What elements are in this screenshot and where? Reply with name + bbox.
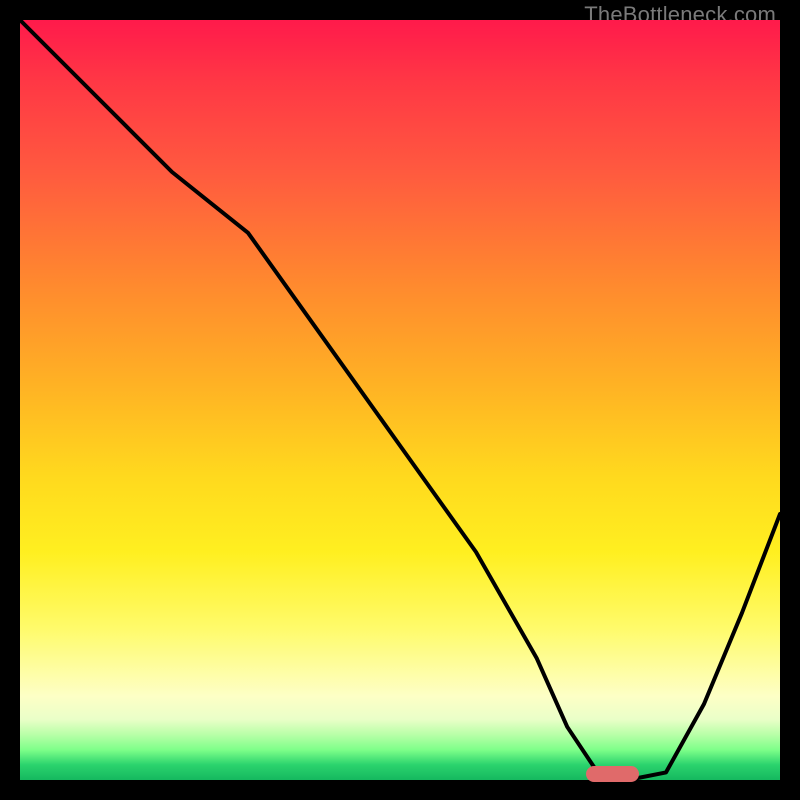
chart-svg (20, 20, 780, 780)
bottleneck-curve-line (20, 20, 780, 780)
optimal-range-marker (586, 766, 639, 781)
chart-frame (20, 20, 780, 780)
